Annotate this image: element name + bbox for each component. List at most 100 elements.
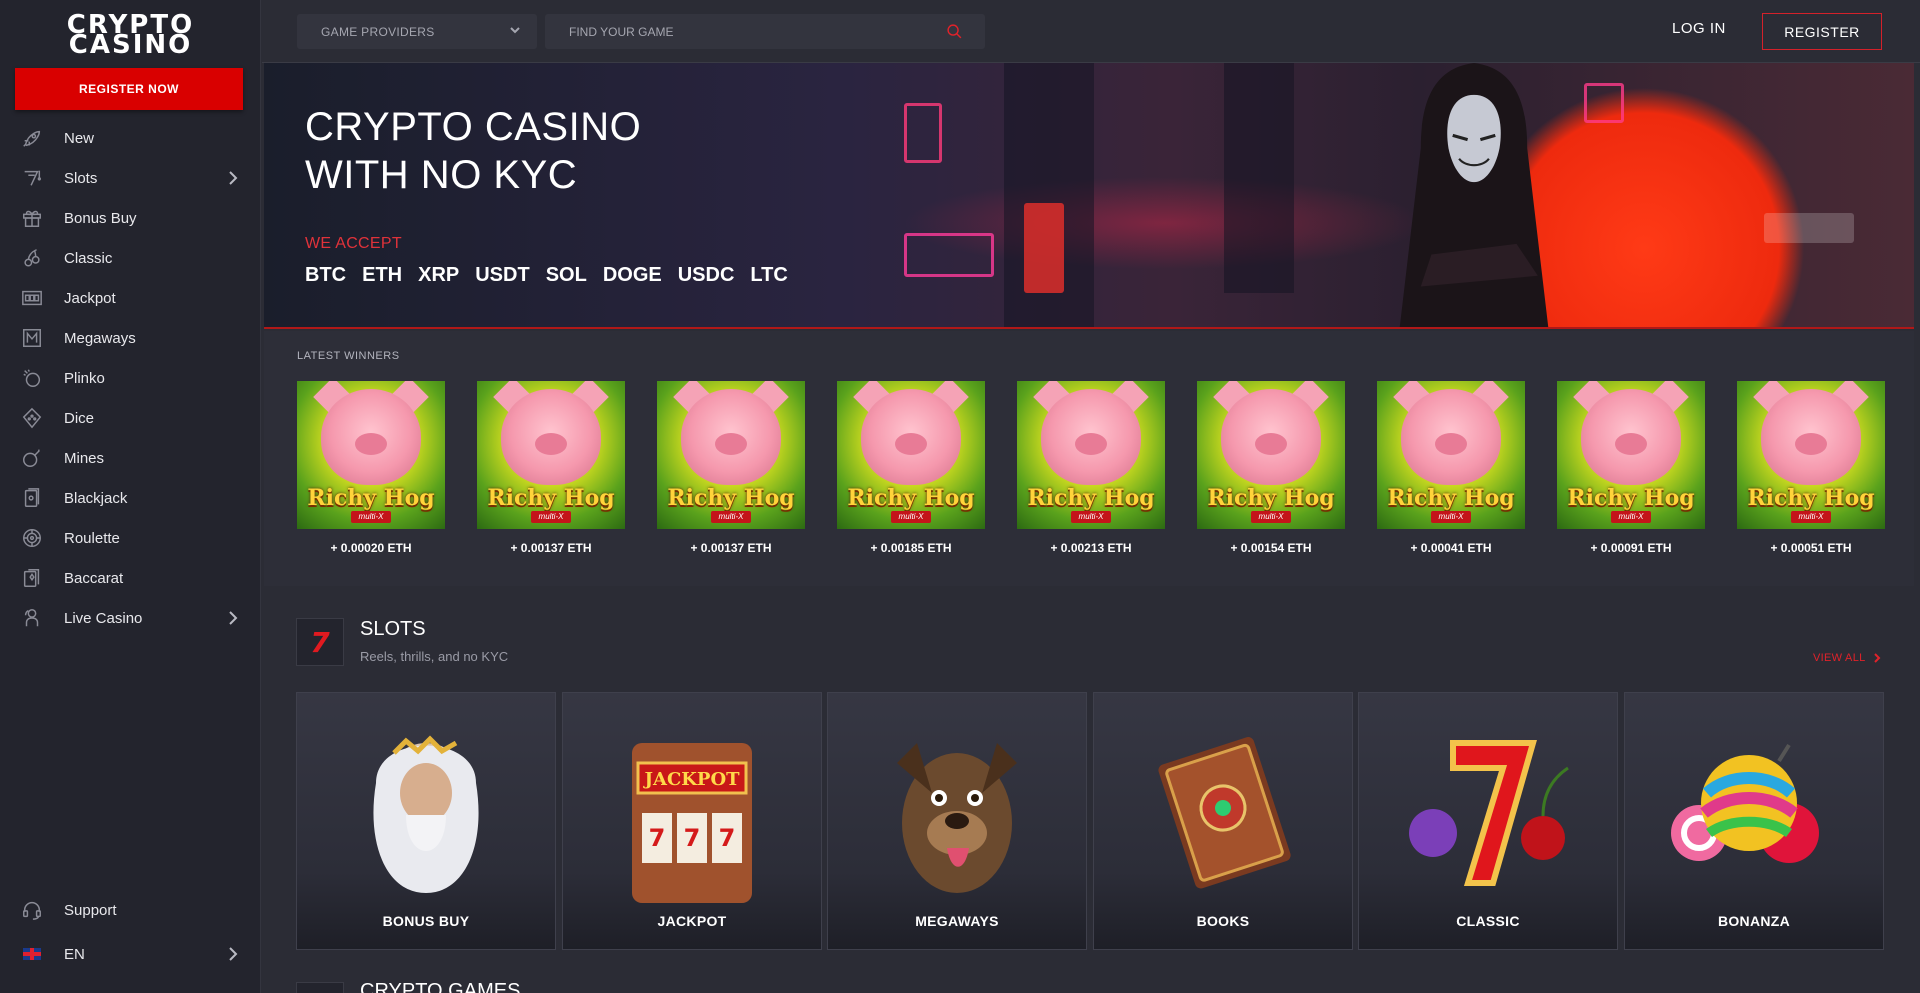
search-box <box>545 14 985 49</box>
winner-card[interactable]: Richy Hog multi-X + 0.00154 ETH <box>1197 381 1345 555</box>
sidebar-item-roulette[interactable]: Roulette <box>0 518 261 558</box>
language-selector[interactable]: EN <box>0 934 261 974</box>
game-thumbnail[interactable]: Richy Hog multi-X <box>837 381 985 529</box>
game-thumbnail[interactable]: Richy Hog multi-X <box>1737 381 1885 529</box>
game-subtitle: multi-X <box>1251 511 1291 523</box>
sidebar-item-live-casino[interactable]: Live Casino <box>0 598 261 638</box>
category-label: CLASSIC <box>1456 913 1520 929</box>
baccarat-icon <box>20 566 44 590</box>
candy-image <box>1671 743 1819 863</box>
chevron-right-icon[interactable] <box>225 170 241 186</box>
register-button[interactable]: REGISTER <box>1762 13 1882 50</box>
sidebar-item-blackjack[interactable]: Blackjack <box>0 478 261 518</box>
sidebar-item-label: New <box>64 129 95 147</box>
category-card-classic[interactable]: CLASSIC <box>1358 692 1618 950</box>
coin-ltc: LTC <box>750 264 788 286</box>
winner-card[interactable]: Richy Hog multi-X + 0.00041 ETH <box>1377 381 1525 555</box>
chevron-right-icon[interactable] <box>225 946 241 962</box>
category-card-bonus-buy[interactable]: BONUS BUY <box>296 692 556 950</box>
game-thumbnail[interactable]: Richy Hog multi-X <box>1197 381 1345 529</box>
slots-section-subtitle: Reels, thrills, and no KYC <box>360 649 509 664</box>
winner-card[interactable]: Richy Hog multi-X + 0.00020 ETH <box>297 381 445 555</box>
neon-sign <box>904 103 942 163</box>
winner-card[interactable]: Richy Hog multi-X + 0.00213 ETH <box>1017 381 1165 555</box>
coin-eth: ETH <box>362 264 403 286</box>
game-subtitle: multi-X <box>711 511 751 523</box>
game-thumbnail[interactable]: Richy Hog multi-X <box>1017 381 1165 529</box>
book-image <box>1158 737 1291 889</box>
sidebar-item-new[interactable]: New <box>0 118 261 158</box>
sidebar: CRYPTO CASINO REGISTER NOW New Slots Bon… <box>0 0 261 993</box>
game-title: Richy Hog <box>1567 485 1695 511</box>
game-providers-dropdown[interactable]: GAME PROVIDERS <box>297 14 537 49</box>
sidebar-item-label: Plinko <box>64 369 105 387</box>
winner-card[interactable]: Richy Hog multi-X + 0.00137 ETH <box>657 381 805 555</box>
category-label: MEGAWAYS <box>915 913 999 929</box>
sidebar-item-megaways[interactable]: Megaways <box>0 318 261 358</box>
register-now-button[interactable]: REGISTER NOW <box>15 68 243 110</box>
logo-line-2: CASINO <box>68 30 193 60</box>
game-thumbnail[interactable]: Richy Hog multi-X <box>297 381 445 529</box>
support-link[interactable]: Support <box>0 890 261 930</box>
sidebar-item-jackpot[interactable]: Jackpot <box>0 278 261 318</box>
category-card-bonanza[interactable]: BONANZA <box>1624 692 1884 950</box>
sidebar-item-label: Roulette <box>64 529 120 547</box>
search-icon[interactable] <box>946 23 963 45</box>
zeus-image <box>373 735 479 893</box>
winner-card[interactable]: Richy Hog multi-X + 0.00051 ETH <box>1737 381 1885 555</box>
sidebar-item-slots[interactable]: Slots <box>0 158 261 198</box>
sidebar-item-bonus-buy[interactable]: Bonus Buy <box>0 198 261 238</box>
hero-banner[interactable]: CRYPTO CASINO WITH NO KYC WE ACCEPT BTC … <box>264 63 1914 329</box>
pig-image <box>681 389 781 485</box>
dice-icon <box>20 406 44 430</box>
support-section: Support <box>0 890 261 930</box>
chevron-right-icon[interactable] <box>225 610 241 626</box>
language-label: EN <box>64 945 85 963</box>
game-thumbnail[interactable]: Richy Hog multi-X <box>1557 381 1705 529</box>
seven-fruits-image <box>1409 740 1569 886</box>
sidebar-item-baccarat[interactable]: Baccarat <box>0 558 261 598</box>
megaways-icon <box>20 326 44 350</box>
winner-amount: + 0.00185 ETH <box>870 541 952 555</box>
pig-image <box>1761 389 1861 485</box>
dog-image <box>897 743 1017 893</box>
jackpot-icon <box>20 286 44 310</box>
latest-winners-label: LATEST WINNERS <box>297 350 400 362</box>
category-card-books[interactable]: BOOKS <box>1093 692 1353 950</box>
sidebar-item-dice[interactable]: Dice <box>0 398 261 438</box>
game-thumbnail[interactable]: Richy Hog multi-X <box>1377 381 1525 529</box>
sidebar-item-mines[interactable]: Mines <box>0 438 261 478</box>
neon-sign <box>1764 213 1854 243</box>
winner-amount: + 0.00137 ETH <box>510 541 592 555</box>
sidebar-item-classic[interactable]: Classic <box>0 238 261 278</box>
pig-image <box>501 389 601 485</box>
search-input[interactable] <box>545 24 925 39</box>
pig-image <box>1581 389 1681 485</box>
plinko-icon <box>20 366 44 390</box>
pig-image <box>861 389 961 485</box>
winner-card[interactable]: Richy Hog multi-X + 0.00185 ETH <box>837 381 985 555</box>
pig-image <box>1221 389 1321 485</box>
winner-card[interactable]: Richy Hog multi-X + 0.00137 ETH <box>477 381 625 555</box>
accepted-coins-list: BTC ETH XRP USDT SOL DOGE USDC LTC <box>305 264 788 287</box>
game-thumbnail[interactable]: Richy Hog multi-X <box>477 381 625 529</box>
category-card-megaways[interactable]: MEGAWAYS <box>827 692 1087 950</box>
logo[interactable]: CRYPTO CASINO <box>0 12 261 60</box>
sidebar-item-label: Blackjack <box>64 489 128 507</box>
category-card-jackpot[interactable]: JACKPOT 7 7 7 JACKPOT <box>562 692 822 950</box>
login-link[interactable]: LOG IN <box>1672 20 1726 37</box>
chevron-down-icon <box>509 24 521 39</box>
view-all-link[interactable]: VIEW ALL <box>1813 652 1882 664</box>
winner-card[interactable]: Richy Hog multi-X + 0.00091 ETH <box>1557 381 1705 555</box>
slots-section-title: SLOTS <box>360 618 426 640</box>
top-header: GAME PROVIDERS LOG IN REGISTER <box>262 0 1920 63</box>
roulette-icon <box>20 526 44 550</box>
game-thumbnail[interactable]: Richy Hog multi-X <box>657 381 805 529</box>
sidebar-item-plinko[interactable]: Plinko <box>0 358 261 398</box>
sidebar-item-label: Jackpot <box>64 289 116 307</box>
game-subtitle: multi-X <box>1431 511 1471 523</box>
winner-amount: + 0.00020 ETH <box>330 541 412 555</box>
game-title: Richy Hog <box>1387 485 1515 511</box>
winner-amount: + 0.00041 ETH <box>1410 541 1492 555</box>
neon-sign <box>904 233 994 277</box>
